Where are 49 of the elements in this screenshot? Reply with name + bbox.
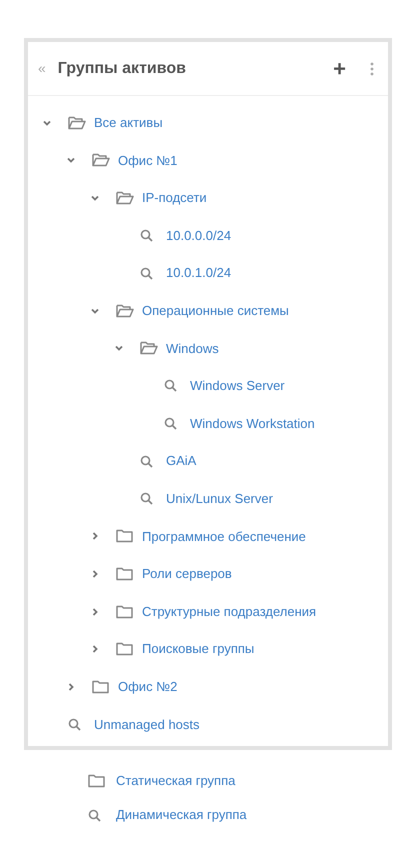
- search-icon: [140, 229, 153, 242]
- tree-item[interactable]: Программное обеспечение: [142, 526, 306, 546]
- folder-icon: [92, 680, 109, 694]
- tree-item[interactable]: Unmanaged hosts: [94, 714, 200, 734]
- open-folder-icon: [68, 116, 86, 130]
- collapse-button[interactable]: «: [38, 58, 46, 79]
- panel-title: Группы активов: [58, 58, 187, 78]
- chevron-right-icon[interactable]: [90, 568, 100, 579]
- tree-item[interactable]: Роли серверов: [142, 564, 232, 584]
- tree-item[interactable]: Все активы: [94, 113, 163, 133]
- tree-item[interactable]: IP-подсети: [142, 188, 207, 208]
- chevron-down-icon[interactable]: [114, 343, 124, 354]
- search-icon: [164, 379, 177, 392]
- search-icon: [68, 718, 81, 731]
- tree-item[interactable]: Windows Server: [190, 376, 285, 396]
- open-folder-icon: [92, 153, 110, 168]
- chevron-right-icon[interactable]: [90, 531, 100, 542]
- tree-item[interactable]: GAiA: [166, 451, 196, 471]
- tree-item[interactable]: Офис №1: [118, 150, 178, 170]
- chevron-right-icon[interactable]: [90, 606, 100, 617]
- chevron-right-icon[interactable]: [66, 682, 76, 692]
- tree-item[interactable]: Офис №2: [118, 676, 178, 696]
- tree-item[interactable]: 10.0.0.0/24: [166, 226, 232, 246]
- search-icon: [88, 808, 101, 822]
- open-folder-icon: [140, 341, 158, 356]
- folder-icon: [88, 774, 105, 788]
- folder-icon: [116, 566, 133, 581]
- open-folder-icon: [116, 190, 134, 205]
- tree-item[interactable]: Windows: [166, 338, 219, 358]
- tree-item[interactable]: Windows Workstation: [190, 414, 315, 434]
- chevron-right-icon[interactable]: [90, 644, 100, 654]
- search-icon: [164, 417, 177, 430]
- tree-item[interactable]: Структурные подразделения: [142, 602, 316, 622]
- legend-label: Статическая группа: [116, 772, 236, 790]
- open-folder-icon: [116, 304, 134, 318]
- search-icon: [140, 492, 153, 506]
- search-icon: [140, 454, 153, 468]
- tree-item[interactable]: Операционные системы: [142, 301, 289, 321]
- search-icon: [140, 266, 153, 280]
- legend-label: Динамическая группа: [116, 806, 247, 824]
- folder-icon: [116, 529, 133, 544]
- tree-item[interactable]: Unix/Lunux Server: [166, 488, 273, 508]
- folder-icon: [116, 604, 133, 619]
- folder-icon: [116, 642, 133, 656]
- more-icon[interactable]: [370, 62, 374, 76]
- add-button[interactable]: +: [333, 52, 346, 85]
- tree-item[interactable]: 10.0.1.0/24: [166, 263, 232, 283]
- chevron-down-icon[interactable]: [66, 155, 76, 166]
- tree-item[interactable]: Поисковые группы: [142, 639, 254, 659]
